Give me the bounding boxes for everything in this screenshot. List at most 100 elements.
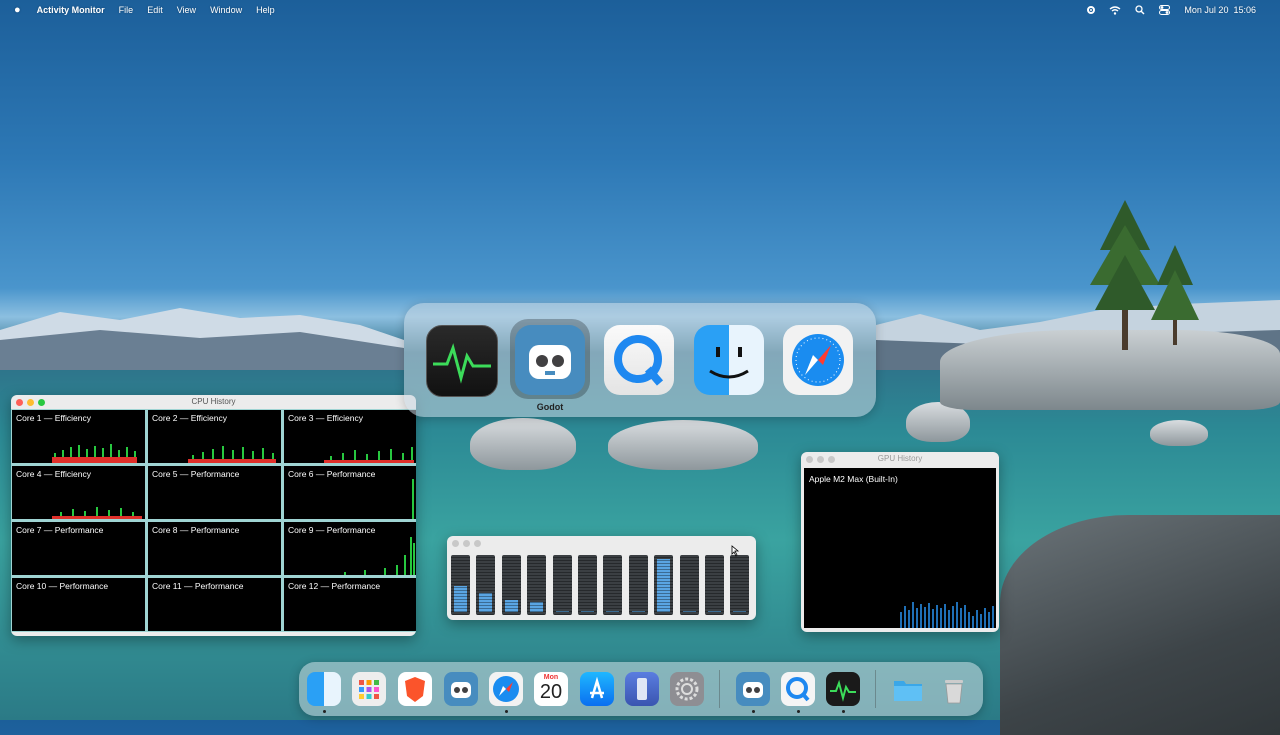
cpu-history-window: CPU History Core 1 — Efficiency Core 2 —…: [11, 395, 416, 636]
core-graph: Core 4 — Efficiency: [12, 466, 145, 519]
dock-quicktime-icon[interactable]: [781, 672, 815, 706]
dock-activity-monitor-icon[interactable]: [826, 672, 860, 706]
dock-godot-icon[interactable]: [444, 672, 478, 706]
gpu-activity-bars: [900, 602, 994, 628]
calendar-day: 20: [539, 681, 563, 703]
core-label: Core 12 — Performance: [288, 581, 381, 591]
cpu-core-meter: [501, 555, 521, 615]
activity-monitor-icon[interactable]: [426, 325, 498, 397]
core-activity-bars: [344, 537, 415, 575]
core-graph: Core 9 — Performance: [284, 522, 416, 575]
core-graph: Core 6 — Performance: [284, 466, 416, 519]
core-label: Core 10 — Performance: [16, 581, 109, 591]
dock-launchpad-icon[interactable]: [352, 672, 386, 706]
core-label: Core 1 — Efficiency: [16, 413, 91, 423]
menu-help[interactable]: Help: [256, 5, 275, 15]
app-switcher: Godot: [404, 303, 876, 417]
dock-divider: [719, 670, 720, 708]
window-title: CPU History: [191, 397, 236, 406]
core-label: Core 9 — Performance: [288, 525, 376, 535]
minimize-button[interactable]: [463, 540, 470, 547]
close-button[interactable]: [452, 540, 459, 547]
core-label: Core 2 — Efficiency: [152, 413, 227, 423]
zoom-button[interactable]: [474, 540, 481, 547]
cpu-core-meter: [603, 555, 623, 615]
cpu-core-grid: Core 1 — Efficiency Core 2 — Efficiency …: [11, 409, 416, 632]
dock-downloads-folder-icon[interactable]: [891, 672, 925, 706]
cpu-core-meter: [679, 555, 699, 615]
menu-window[interactable]: Window: [210, 5, 242, 15]
dock-finder-icon[interactable]: [307, 672, 341, 706]
cpu-core-meter: [552, 555, 572, 615]
menu-edit[interactable]: Edit: [147, 5, 163, 15]
gpu-history-titlebar[interactable]: GPU History: [801, 452, 999, 466]
dock-calendar-icon[interactable]: Mon 20: [534, 672, 568, 706]
quicktime-icon[interactable]: [604, 325, 674, 395]
core-label: Core 11 — Performance: [152, 581, 244, 591]
gpu-history-window: GPU History Apple M2 Max (Built-In): [801, 452, 999, 632]
dock-simulator-icon[interactable]: [625, 672, 659, 706]
zoom-button[interactable]: [828, 456, 835, 463]
core-label: Core 3 — Efficiency: [288, 413, 363, 423]
core-label: Core 7 — Performance: [16, 525, 104, 535]
minimize-button[interactable]: [27, 399, 34, 406]
dock-brave-icon[interactable]: [398, 672, 432, 706]
safari-icon[interactable]: [783, 325, 853, 395]
godot-icon[interactable]: [515, 325, 585, 395]
dock-trash-icon[interactable]: [937, 672, 971, 706]
menu-view[interactable]: View: [177, 5, 196, 15]
core-graph: Core 11 — Performance: [148, 578, 281, 631]
running-indicator: [797, 710, 800, 713]
core-graph: Core 12 — Performance: [284, 578, 416, 631]
rock: [1150, 420, 1208, 446]
menu-app-name[interactable]: Activity Monitor: [37, 5, 105, 15]
finder-icon[interactable]: [694, 325, 764, 395]
core-graph: Core 2 — Efficiency: [148, 410, 281, 463]
record-icon[interactable]: [1087, 6, 1096, 14]
window-title: GPU History: [877, 454, 923, 463]
cpu-history-titlebar[interactable]: CPU History: [11, 395, 416, 409]
running-indicator: [752, 710, 755, 713]
wifi-icon[interactable]: [1109, 5, 1121, 15]
large-rock: [1000, 515, 1280, 735]
cpu-core-meter: [527, 555, 547, 615]
mouse-cursor: [731, 545, 740, 557]
core-label: Core 6 — Performance: [288, 469, 376, 479]
dock-app-store-icon[interactable]: [580, 672, 614, 706]
rock: [608, 420, 758, 470]
core-activity-bars: [188, 446, 276, 463]
menu-time: 15:06: [1233, 5, 1256, 15]
control-center-icon[interactable]: [1159, 5, 1171, 15]
core-activity-bars: [52, 507, 142, 519]
core-graph: Core 8 — Performance: [148, 522, 281, 575]
dock-godot-icon[interactable]: [736, 672, 770, 706]
dock-system-settings-icon[interactable]: [670, 672, 704, 706]
switcher-selected-label: Godot: [536, 402, 564, 412]
cpu-usage-window: [447, 536, 756, 620]
running-indicator: [505, 710, 508, 713]
menu-clock[interactable]: Mon Jul 20 15:06: [1184, 5, 1256, 15]
zoom-button[interactable]: [38, 399, 45, 406]
gpu-graph: Apple M2 Max (Built-In): [804, 468, 996, 628]
core-label: Core 5 — Performance: [152, 469, 240, 479]
cpu-core-meter: [705, 555, 724, 615]
apple-icon[interactable]: ●: [14, 4, 21, 16]
menu-date: Mon Jul 20: [1184, 5, 1229, 15]
menu-file[interactable]: File: [119, 5, 134, 15]
gpu-name: Apple M2 Max (Built-In): [809, 474, 898, 484]
core-graph: Core 7 — Performance: [12, 522, 145, 575]
core-graph: Core 1 — Efficiency: [12, 410, 145, 463]
rock: [470, 418, 576, 470]
core-activity-bars: [324, 447, 414, 463]
core-activity-bars: [412, 479, 414, 519]
minimize-button[interactable]: [817, 456, 824, 463]
core-label: Core 4 — Efficiency: [16, 469, 91, 479]
search-icon[interactable]: [1135, 5, 1145, 15]
running-indicator: [323, 710, 326, 713]
cpu-core-meter: [476, 555, 496, 615]
core-activity-bars: [52, 444, 137, 463]
close-button[interactable]: [16, 399, 23, 406]
dock-safari-icon[interactable]: [489, 672, 523, 706]
cpu-usage-titlebar[interactable]: [447, 536, 756, 550]
close-button[interactable]: [806, 456, 813, 463]
